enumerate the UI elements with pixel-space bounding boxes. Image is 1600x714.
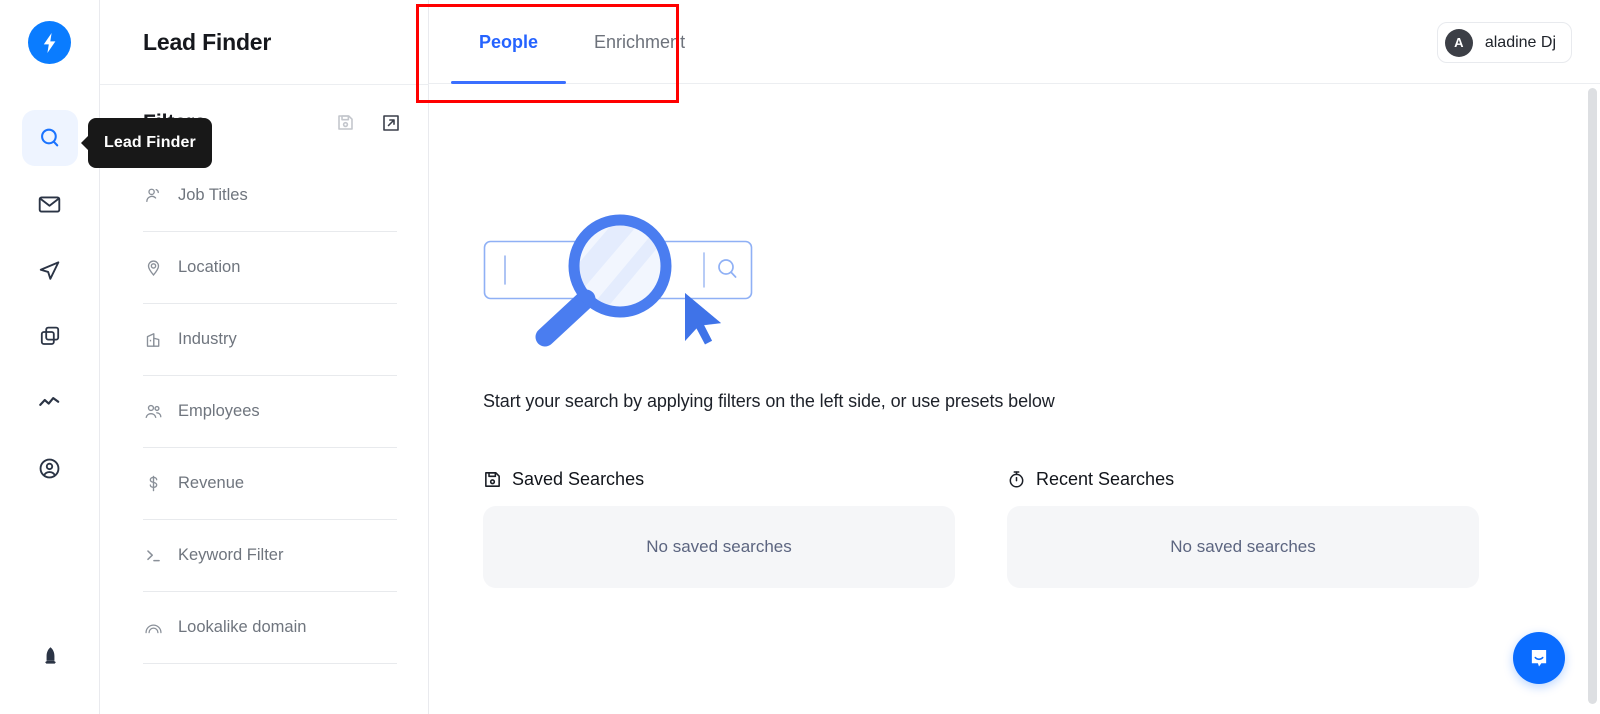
filter-row-location[interactable]: Location [143, 232, 397, 304]
stopwatch-icon [1007, 470, 1026, 489]
section-title: Recent Searches [1036, 469, 1174, 490]
filter-label: Job Titles [178, 186, 248, 205]
search-icon [37, 125, 63, 151]
export-search-button[interactable] [381, 113, 401, 133]
filter-label: Keyword Filter [178, 546, 283, 565]
rail-bottom [0, 628, 100, 684]
envelope-icon [37, 192, 62, 217]
rail-item-analytics[interactable] [22, 374, 78, 430]
recent-searches-header: Recent Searches [1007, 469, 1479, 490]
external-link-icon [381, 113, 401, 133]
person-tag-icon [143, 186, 163, 205]
paper-plane-icon [37, 258, 62, 283]
analytics-line-icon [37, 389, 63, 415]
tab-enrichment[interactable]: Enrichment [566, 0, 713, 84]
app-logo [28, 21, 71, 64]
search-box-magnifier-cursor-icon [483, 209, 773, 349]
filter-row-job-titles[interactable]: Job Titles [143, 160, 397, 232]
filters-panel-header: Lead Finder [100, 0, 429, 85]
empty-message: No saved searches [1170, 537, 1316, 557]
rail-item-account[interactable] [22, 440, 78, 496]
rail-item-search[interactable] [22, 110, 78, 166]
avatar: A [1445, 29, 1473, 57]
rail-item-inbox[interactable] [22, 176, 78, 232]
rail-items [22, 110, 78, 496]
filter-row-lookalike-domain[interactable]: Lookalike domain [143, 592, 397, 664]
rainbow-arc-icon [143, 618, 163, 637]
left-nav-rail [0, 0, 100, 714]
map-pin-icon [143, 258, 163, 277]
rail-item-campaigns[interactable] [22, 242, 78, 298]
tab-bar: People Enrichment A aladine Dj [429, 0, 1600, 84]
saved-searches-section: Saved Searches No saved searches [483, 469, 955, 588]
saved-searches-header: Saved Searches [483, 469, 955, 490]
filter-row-employees[interactable]: Employees [143, 376, 397, 448]
main-content: Start your search by applying filters on… [429, 84, 1600, 714]
page-scrollbar[interactable] [1588, 88, 1597, 704]
empty-state-illustration [483, 209, 773, 349]
rail-item-templates[interactable] [22, 308, 78, 364]
save-disk-icon [336, 113, 355, 132]
lightning-bolt-icon [38, 31, 62, 55]
chat-bubble-icon [1526, 645, 1552, 671]
user-name: aladine Dj [1485, 34, 1556, 52]
filters-actions [336, 113, 401, 133]
user-menu-button[interactable]: A aladine Dj [1437, 22, 1572, 63]
page-title: Lead Finder [143, 29, 271, 56]
filter-label: Location [178, 258, 240, 277]
filter-row-industry[interactable]: Industry [143, 304, 397, 376]
recent-searches-section: Recent Searches No saved searches [1007, 469, 1479, 588]
saved-searches-empty-box: No saved searches [483, 506, 955, 588]
chat-widget-button[interactable] [1513, 632, 1565, 684]
filter-label: Lookalike domain [178, 618, 306, 637]
people-icon [143, 402, 163, 421]
tab-people[interactable]: People [451, 0, 566, 84]
copy-layers-icon [38, 324, 62, 348]
terminal-prompt-icon [143, 546, 163, 565]
filter-label: Industry [178, 330, 237, 349]
filter-row-revenue[interactable]: Revenue [143, 448, 397, 520]
rail-tooltip: Lead Finder [88, 118, 212, 168]
empty-message: No saved searches [646, 537, 792, 557]
user-circle-icon [37, 456, 62, 481]
empty-state-hint: Start your search by applying filters on… [483, 391, 1055, 412]
filter-label: Employees [178, 402, 260, 421]
dollar-icon [143, 474, 163, 493]
recent-searches-empty-box: No saved searches [1007, 506, 1479, 588]
filters-panel: Lead Finder Filters [100, 0, 429, 714]
filter-list: Job Titles Location Industry [100, 160, 429, 714]
filter-label: Revenue [178, 474, 244, 493]
building-icon [143, 330, 163, 349]
rocket-icon [39, 645, 62, 668]
section-title: Saved Searches [512, 469, 644, 490]
save-search-button[interactable] [336, 113, 355, 132]
filter-row-keyword-filter[interactable]: Keyword Filter [143, 520, 397, 592]
rail-item-upgrade[interactable] [22, 628, 78, 684]
app-root: Lead Finder Lead Finder Filters [0, 0, 1600, 714]
save-disk-icon [483, 470, 502, 489]
